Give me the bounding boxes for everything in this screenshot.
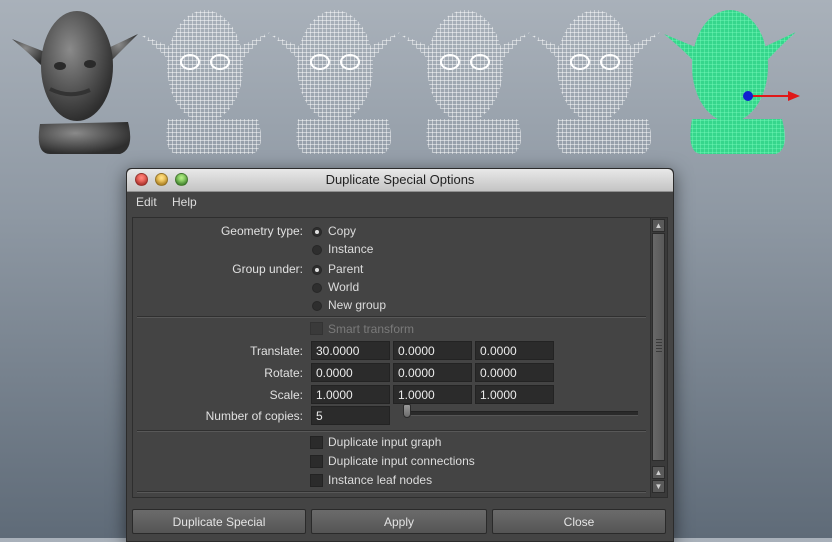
rotate-y-field[interactable] [393, 363, 472, 382]
rotate-z-field[interactable] [475, 363, 554, 382]
scroll-down-arrow-icon[interactable]: ▼ [652, 480, 665, 493]
section-divider [137, 316, 646, 318]
copies-slider-track[interactable] [403, 411, 638, 416]
wireframe-head-model[interactable] [140, 4, 270, 156]
translate-label: Translate: [250, 344, 303, 358]
group-world-label[interactable]: World [328, 280, 359, 294]
geometry-copy-label[interactable]: Copy [328, 224, 356, 238]
section-divider [137, 430, 646, 432]
duplicate-input-graph-label[interactable]: Duplicate input graph [328, 435, 441, 449]
group-parent-label[interactable]: Parent [328, 262, 363, 276]
duplicate-special-button[interactable]: Duplicate Special [132, 509, 306, 534]
menu-bar: Edit Help [127, 192, 673, 212]
scale-label: Scale: [269, 388, 303, 402]
geometry-type-label: Geometry type: [220, 224, 303, 238]
rotate-x-field[interactable] [311, 363, 390, 382]
translate-x-field[interactable] [311, 341, 390, 360]
group-new-group-label[interactable]: New group [328, 298, 386, 312]
scroll-up-arrow-icon[interactable]: ▲ [652, 219, 665, 232]
smart-transform-label: Smart transform [328, 322, 415, 336]
apply-button[interactable]: Apply [311, 509, 487, 534]
translate-z-field[interactable] [475, 341, 554, 360]
scrollbar-thumb[interactable] [652, 233, 665, 461]
geometry-copy-radio[interactable] [312, 227, 322, 237]
duplicate-input-connections-label[interactable]: Duplicate input connections [328, 454, 475, 468]
close-button[interactable]: Close [492, 509, 666, 534]
menu-help[interactable]: Help [172, 195, 197, 209]
wireframe-head-model[interactable] [270, 4, 400, 156]
selected-head-model[interactable] [664, 4, 800, 156]
options-panel: Geometry type: Copy Instance Group under… [132, 217, 668, 498]
instance-leaf-nodes-checkbox[interactable] [310, 474, 323, 487]
group-under-label: Group under: [232, 262, 303, 276]
number-of-copies-label: Number of copies: [205, 409, 303, 423]
wireframe-head-model[interactable] [530, 4, 660, 156]
geometry-instance-radio[interactable] [312, 245, 322, 255]
instance-leaf-nodes-label[interactable]: Instance leaf nodes [328, 473, 432, 487]
geometry-instance-label[interactable]: Instance [328, 242, 373, 256]
dialog-title: Duplicate Special Options [325, 172, 475, 187]
viewport-3d[interactable] [0, 0, 832, 165]
title-bar[interactable]: Duplicate Special Options [127, 169, 673, 192]
group-parent-radio[interactable] [312, 265, 322, 275]
scale-z-field[interactable] [475, 385, 554, 404]
number-of-copies-field[interactable] [311, 406, 390, 425]
group-new-group-radio[interactable] [312, 301, 322, 311]
scale-x-field[interactable] [311, 385, 390, 404]
duplicate-input-graph-checkbox[interactable] [310, 436, 323, 449]
scale-y-field[interactable] [393, 385, 472, 404]
grip-icon [656, 339, 662, 353]
copies-slider-handle[interactable] [403, 404, 411, 418]
shaded-head-model[interactable] [10, 4, 140, 156]
group-world-radio[interactable] [312, 283, 322, 293]
wireframe-head-model[interactable] [400, 4, 530, 156]
translate-y-field[interactable] [393, 341, 472, 360]
smart-transform-checkbox[interactable] [310, 322, 323, 335]
section-divider [137, 491, 646, 493]
rotate-label: Rotate: [264, 366, 303, 380]
options-scrollbar[interactable]: ▲ ▲ ▼ [650, 218, 667, 497]
scroll-up-arrow-icon[interactable]: ▲ [652, 466, 665, 479]
duplicate-special-dialog: Duplicate Special Options Edit Help Geom… [126, 168, 674, 542]
menu-edit[interactable]: Edit [136, 195, 157, 209]
duplicate-input-connections-checkbox[interactable] [310, 455, 323, 468]
